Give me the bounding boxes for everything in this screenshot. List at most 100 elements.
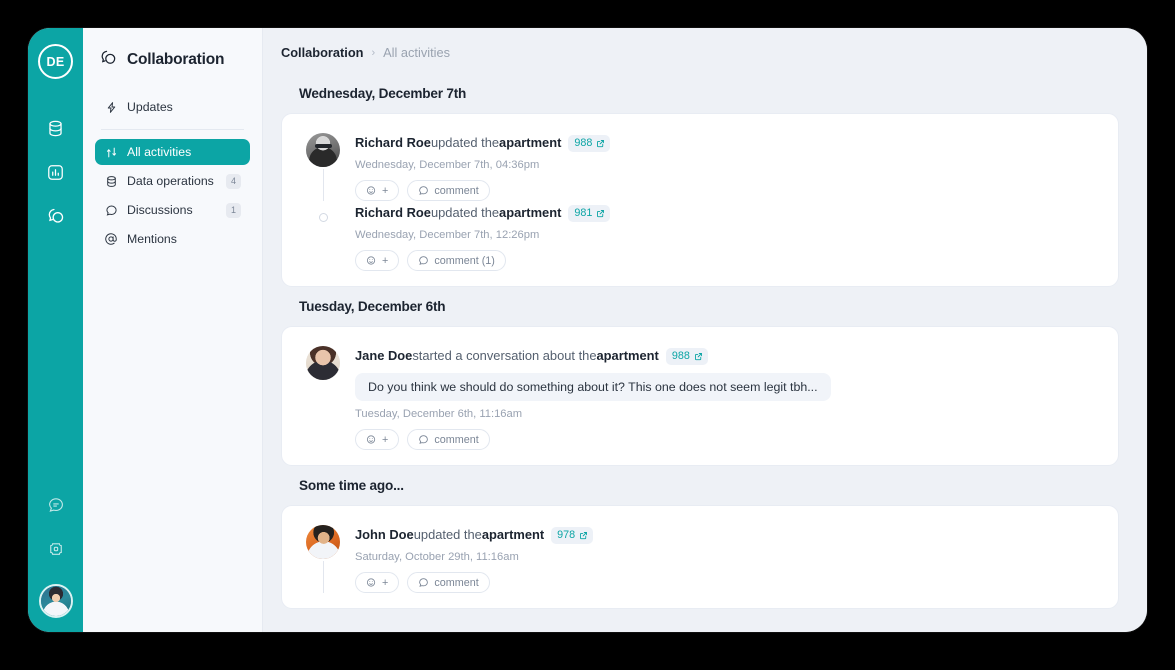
record-link-chip[interactable]: 981: [568, 204, 611, 222]
comment-button[interactable]: comment: [407, 180, 490, 201]
entry-actions: + comment: [355, 429, 1096, 450]
external-link-icon: [597, 139, 605, 147]
sidebar-item-all-activities[interactable]: All activities: [95, 139, 250, 165]
object-name: apartment: [596, 348, 659, 363]
avatar[interactable]: [306, 346, 340, 380]
record-link-chip[interactable]: 988: [568, 134, 611, 152]
help-chat-icon[interactable]: [39, 488, 73, 522]
sidebar-item-label: Updates: [127, 100, 173, 114]
record-id: 988: [574, 136, 593, 149]
sidebar-item-label: All activities: [127, 145, 192, 159]
lightning-icon: [104, 100, 118, 114]
sidebar-item-badge: 4: [226, 173, 241, 189]
comment-button[interactable]: comment: [407, 572, 490, 593]
add-reaction-button[interactable]: +: [355, 429, 400, 450]
day-heading: Some time ago...: [299, 478, 404, 493]
workspace-logo[interactable]: DE: [38, 44, 73, 79]
avatar[interactable]: [306, 133, 340, 167]
primary-icon-rail: DE: [28, 28, 83, 632]
comment-button[interactable]: comment (1): [407, 250, 506, 271]
external-link-icon: [694, 352, 702, 360]
emoji-icon: [366, 435, 376, 444]
page-title: Collaboration: [127, 51, 225, 68]
comment-quote[interactable]: Do you think we should do something abou…: [355, 373, 831, 401]
actor-name[interactable]: John Doe: [355, 526, 414, 544]
entry-timestamp: Wednesday, December 7th, 04:36pm: [355, 159, 540, 171]
avatar-photo: [306, 133, 340, 167]
emoji-icon: [366, 578, 376, 587]
entry-timestamp: Tuesday, December 6th, 11:16am: [355, 408, 523, 420]
actor-name[interactable]: Jane Doe: [355, 347, 412, 365]
avatar[interactable]: [306, 525, 340, 559]
action-verb: updated the: [430, 135, 500, 150]
entry-timestamp: Wednesday, December 7th, 12:26pm: [355, 229, 540, 241]
sidebar-item-mentions[interactable]: Mentions: [95, 226, 250, 252]
at-icon: [104, 232, 118, 246]
emoji-icon: [366, 186, 376, 195]
object-name: apartment: [499, 205, 562, 220]
action-verb: updated the: [413, 527, 482, 542]
entry-rail: [304, 346, 342, 450]
actor-name[interactable]: Richard Roe: [355, 134, 431, 152]
action-verb: started a conversation about the: [412, 348, 597, 363]
entry-rail: [304, 203, 342, 271]
apps-icon[interactable]: [39, 532, 73, 566]
chevron-right-icon: ›: [371, 46, 376, 59]
activity-card: Jane Doe started a conversation about th…: [281, 326, 1119, 466]
add-reaction-button[interactable]: +: [355, 572, 400, 593]
day-heading: Wednesday, December 7th: [299, 86, 467, 101]
add-reaction-button[interactable]: +: [355, 180, 400, 201]
breadcrumb-root[interactable]: Collaboration: [281, 45, 363, 60]
entry-rail: [304, 133, 342, 201]
sidebar-item-data-operations[interactable]: Data operations 4: [95, 168, 250, 194]
entry-actions: + comment (1): [355, 250, 1096, 271]
current-user-avatar[interactable]: [38, 584, 73, 618]
comment-label: comment: [434, 576, 479, 589]
record-link-chip[interactable]: 988: [665, 347, 708, 365]
sidebar-item-discussions[interactable]: Discussions 1: [95, 197, 250, 223]
add-reaction-label: +: [382, 576, 389, 589]
analytics-icon[interactable]: [39, 155, 73, 189]
add-reaction-label: +: [382, 254, 389, 267]
action-verb: updated the: [430, 205, 500, 220]
avatar-photo: [306, 525, 340, 559]
entry-body: Richard Roe updated the apartment 988 We…: [355, 133, 1096, 201]
avatar-photo: [40, 586, 71, 616]
sidebar-item-updates[interactable]: Updates: [95, 94, 250, 120]
comment-label: comment (1): [434, 254, 495, 267]
emoji-icon: [366, 256, 376, 265]
comment-icon: [419, 186, 429, 195]
entry-title: Jane Doe started a conversation about th…: [355, 347, 1096, 365]
collaboration-icon: [99, 48, 118, 72]
entry-body: Jane Doe started a conversation about th…: [355, 346, 1096, 450]
object-name: apartment: [499, 135, 562, 150]
entry-body: Richard Roe updated the apartment 981 We…: [355, 203, 1096, 271]
entry-body: John Doe updated the apartment 978 Satur…: [355, 525, 1096, 593]
activity-card: Richard Roe updated the apartment 988 We…: [281, 113, 1119, 287]
collaboration-icon[interactable]: [39, 199, 73, 233]
activity-entry: John Doe updated the apartment 978 Satur…: [304, 525, 1096, 593]
activity-entry: Richard Roe updated the apartment 988 We…: [304, 133, 1096, 201]
comment-button[interactable]: comment: [407, 429, 490, 450]
comment-icon: [419, 435, 429, 444]
database-icon: [104, 174, 118, 188]
entry-timestamp: Saturday, October 29th, 11:16am: [355, 551, 519, 563]
chat-bubble-icon: [104, 203, 118, 217]
activity-entry: Jane Doe started a conversation about th…: [304, 346, 1096, 450]
record-id: 981: [574, 206, 593, 219]
record-id: 988: [671, 349, 690, 362]
sidebar-item-label: Data operations: [127, 174, 214, 188]
actor-name[interactable]: Richard Roe: [355, 204, 431, 222]
entry-title: John Doe updated the apartment 978: [355, 526, 1096, 544]
entry-rail: [304, 525, 342, 593]
database-icon[interactable]: [39, 111, 73, 145]
thread-dot: [318, 213, 328, 222]
day-heading: Tuesday, December 6th: [299, 299, 446, 314]
add-reaction-label: +: [382, 433, 389, 446]
entry-actions: + comment: [355, 572, 1096, 593]
thread-line: [322, 169, 324, 201]
record-link-chip[interactable]: 978: [551, 526, 594, 544]
add-reaction-button[interactable]: +: [355, 250, 400, 271]
avatar-photo: [306, 346, 340, 380]
breadcrumb: Collaboration › All activities: [263, 28, 1147, 74]
